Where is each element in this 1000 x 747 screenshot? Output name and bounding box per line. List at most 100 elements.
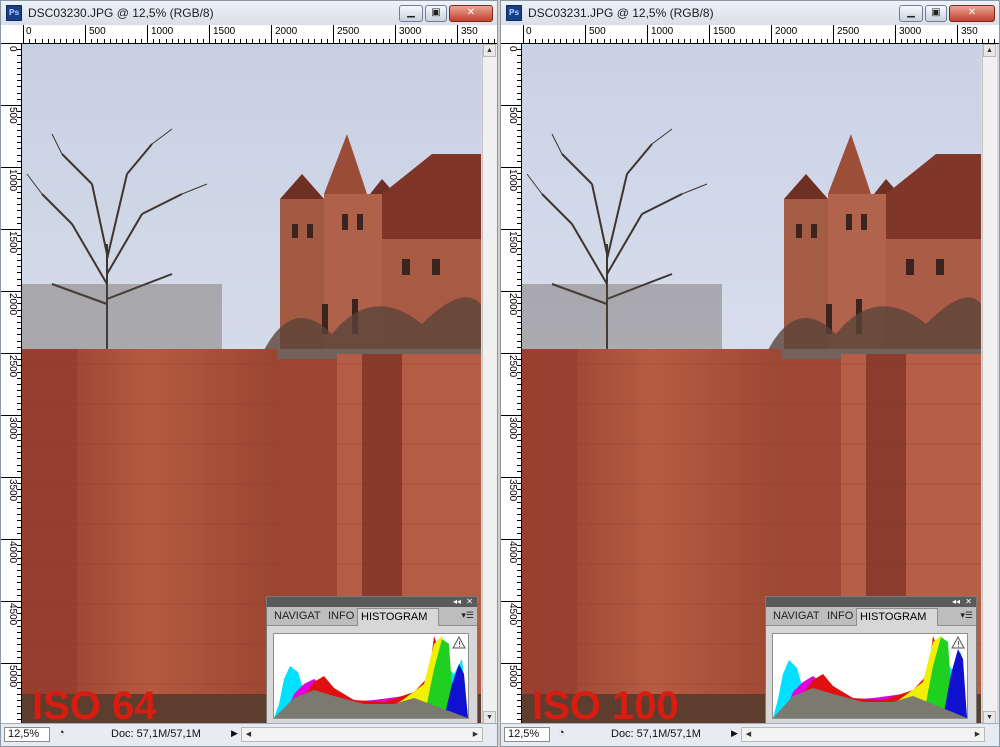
ruler-tick <box>609 39 611 43</box>
close-icon[interactable]: ✕ <box>466 597 473 607</box>
tab-navigator[interactable]: NAVIGAT <box>271 608 327 625</box>
horizontal-ruler[interactable]: 0 500 1000 1500 2000 2500 3000 350 <box>501 25 999 44</box>
tab-info[interactable]: INFO <box>325 608 359 625</box>
ruler-tick <box>517 402 521 404</box>
ruler-tick <box>17 328 21 330</box>
ruler-tick <box>926 39 927 43</box>
ruler-tick <box>314 39 316 43</box>
status-menu-icon[interactable]: ◔ <box>558 727 565 739</box>
vertical-ruler[interactable]: 0 500 1000 1500 2000 2500 3000 3500 4000… <box>1 43 22 724</box>
ruler-tick <box>808 39 810 43</box>
ruler-tick <box>116 39 117 43</box>
scroll-up-arrow[interactable]: ▲ <box>483 44 496 57</box>
ruler-tick <box>901 39 903 43</box>
ruler-tick <box>517 650 521 652</box>
ruler-tick <box>17 185 21 187</box>
panel-tabs: NAVIGAT INFO HISTOGRAM ▾☰ <box>267 607 477 626</box>
panel-menu-icon[interactable]: ▾☰ <box>960 610 973 621</box>
status-bar: 12,5% ◔ Doc: 57,1M/57,1M ▶ ◀ ▶ <box>1 723 497 746</box>
ruler-tick <box>826 39 828 43</box>
ruler-tick <box>501 167 521 168</box>
scroll-right-arrow[interactable]: ▶ <box>469 728 482 741</box>
ruler-tick <box>981 39 983 43</box>
ruler-tick <box>17 594 21 596</box>
ruler-tick <box>147 25 148 43</box>
ruler-tick <box>17 346 21 348</box>
ruler-tick <box>41 39 43 43</box>
title-bar[interactable]: Ps DSC03230.JPG @ 12,5% (RGB/8) ▁ ▣ ✕ <box>1 1 497 26</box>
image-canvas[interactable]: ISO 64 ◂◂ ✕ NAVIGAT INFO HISTOGRAM ▾☰ ! <box>22 44 481 724</box>
ruler-tick <box>17 644 21 646</box>
ruler-tick <box>517 700 521 702</box>
warning-icon[interactable]: ! <box>951 636 965 649</box>
panel-header[interactable]: ◂◂ ✕ <box>766 597 976 607</box>
ruler-tick <box>501 353 521 354</box>
ruler-tick <box>17 520 21 522</box>
maximize-button[interactable]: ▣ <box>425 5 447 22</box>
minimize-button[interactable]: ▁ <box>399 5 423 22</box>
horizontal-ruler[interactable]: 0 500 1000 1500 2000 2500 3000 350 <box>1 25 497 44</box>
histogram-graph: ! <box>772 633 968 719</box>
status-arrow-icon[interactable]: ▶ <box>231 728 238 739</box>
zoom-field[interactable]: 12,5% <box>504 727 550 742</box>
ruler-tick <box>517 154 521 156</box>
scroll-right-arrow[interactable]: ▶ <box>971 728 984 741</box>
scroll-left-arrow[interactable]: ◀ <box>742 728 755 741</box>
close-button[interactable]: ✕ <box>449 5 493 22</box>
tab-histogram[interactable]: HISTOGRAM <box>856 608 938 626</box>
tab-info[interactable]: INFO <box>824 608 858 625</box>
ruler-tick <box>517 421 521 423</box>
ruler-tick <box>501 539 521 540</box>
zoom-field[interactable]: 12,5% <box>4 727 50 742</box>
title-bar[interactable]: Ps DSC03231.JPG @ 12,5% (RGB/8) ▁ ▣ ✕ <box>501 1 999 26</box>
collapse-icon[interactable]: ◂◂ <box>952 597 960 607</box>
warning-icon[interactable]: ! <box>452 636 466 649</box>
ruler-tick <box>23 25 24 43</box>
close-icon[interactable]: ✕ <box>965 597 972 607</box>
ruler-tick <box>517 315 521 317</box>
ruler-tick <box>517 216 521 218</box>
vertical-scrollbar[interactable]: ▲ ▼ <box>482 44 497 724</box>
image-canvas[interactable]: ISO 100 ◂◂ ✕ NAVIGAT INFO HISTOGRAM ▾☰ ! <box>522 44 981 724</box>
ruler-tick <box>517 260 521 261</box>
ruler-tick <box>517 508 521 509</box>
ruler-tick <box>622 39 624 43</box>
ruler-label: 3000 <box>7 417 18 440</box>
ruler-tick <box>17 80 21 82</box>
ruler-tick <box>17 390 21 392</box>
histogram-curves <box>274 636 468 718</box>
ruler-tick <box>517 111 521 113</box>
tab-histogram[interactable]: HISTOGRAM <box>357 608 439 626</box>
collapse-icon[interactable]: ◂◂ <box>453 597 461 607</box>
vertical-scrollbar[interactable]: ▲ ▼ <box>982 44 997 724</box>
ruler-tick <box>603 39 605 43</box>
tab-navigator[interactable]: NAVIGAT <box>770 608 826 625</box>
ruler-tick <box>17 253 21 255</box>
panel-menu-icon[interactable]: ▾☰ <box>461 610 474 621</box>
ruler-tick <box>517 266 521 268</box>
horizontal-scrollbar[interactable]: ◀ ▶ <box>241 727 483 742</box>
minimize-button[interactable]: ▁ <box>899 5 923 22</box>
ruler-label: 0 <box>26 26 32 37</box>
panel-header[interactable]: ◂◂ ✕ <box>267 597 477 607</box>
ruler-tick <box>517 588 521 590</box>
ruler-tick <box>17 619 21 621</box>
ruler-tick <box>109 39 111 43</box>
ruler-tick <box>517 210 521 212</box>
maximize-button[interactable]: ▣ <box>925 5 947 22</box>
close-button[interactable]: ✕ <box>949 5 995 22</box>
ruler-tick <box>258 39 260 43</box>
horizontal-scrollbar[interactable]: ◀ ▶ <box>741 727 985 742</box>
scroll-up-arrow[interactable]: ▲ <box>983 44 996 57</box>
ruler-label: 3500 <box>507 479 518 502</box>
ruler-tick <box>17 67 21 69</box>
doc-size-info: Doc: 57,1M/57,1M <box>111 728 201 740</box>
ruler-tick <box>678 39 679 43</box>
ruler-tick <box>517 582 521 584</box>
status-arrow-icon[interactable]: ▶ <box>731 728 738 739</box>
ruler-tick <box>517 576 521 578</box>
iso-label: ISO 64 <box>32 684 157 724</box>
status-menu-icon[interactable]: ◔ <box>58 727 65 739</box>
vertical-ruler[interactable]: 0 500 1000 1500 2000 2500 3000 3500 4000… <box>501 43 522 724</box>
scroll-left-arrow[interactable]: ◀ <box>242 728 255 741</box>
